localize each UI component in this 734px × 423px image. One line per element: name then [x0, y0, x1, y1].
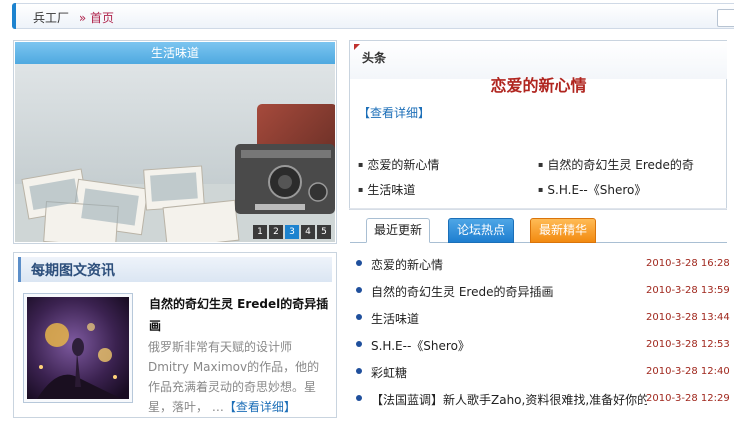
divider	[349, 208, 727, 209]
headline-item[interactable]: 自然的奇幻生灵 Erede的奇	[538, 156, 728, 173]
news-title[interactable]: 恋爱的新心情	[371, 256, 647, 273]
news-date: 2010-3-28 12:53	[646, 339, 730, 350]
headline-item[interactable]: 生活味道	[358, 181, 528, 198]
corner-marker-icon	[354, 44, 360, 50]
list-item[interactable]: S.H.E--《Shero》 2010-3-28 12:53	[350, 334, 730, 356]
list-item[interactable]: 彩虹糖 2010-3-28 12:40	[350, 361, 730, 383]
periodical-ellipsis: …	[211, 400, 224, 414]
slideshow: 生活味道 1 2 3 4 5	[13, 40, 337, 244]
slide-page-3[interactable]: 3	[285, 225, 299, 239]
news-date: 2010-3-28 13:59	[646, 285, 730, 296]
breadcrumb-text: 兵工厂 » 首页	[33, 9, 114, 26]
list-item[interactable]: 【法国蓝调】新人歌手Zaho,资料很难找,准备好你的 2010-3-28 12:…	[350, 388, 730, 410]
slideshow-image[interactable]: 1 2 3 4 5	[15, 64, 335, 242]
news-date: 2010-3-28 13:44	[646, 312, 730, 323]
tab-recent[interactable]: 最近更新	[366, 218, 430, 243]
news-title[interactable]: 生活味道	[371, 310, 647, 327]
periodical-summary: 俄罗斯非常有天赋的设计师Dmitry Maximov的作品，他的作品充满着灵动的…	[148, 337, 328, 417]
news-title[interactable]: 自然的奇幻生灵 Erede的奇异插画	[371, 283, 647, 300]
periodical-heading: 每期图文资讯	[31, 263, 115, 279]
news-title[interactable]: S.H.E--《Shero》	[371, 337, 647, 354]
breadcrumb-home-link[interactable]: 首页	[90, 11, 114, 25]
slide-page-4[interactable]: 4	[301, 225, 315, 239]
illustration-image	[27, 297, 129, 399]
breadcrumb-separator: »	[78, 11, 87, 25]
search-input[interactable]	[717, 9, 734, 27]
news-date: 2010-3-28 12:40	[646, 366, 730, 377]
headline-title[interactable]: 恋爱的新心情	[350, 72, 727, 96]
periodical-header: 每期图文资讯	[18, 257, 332, 282]
bullet-icon	[356, 287, 362, 293]
news-date: 2010-3-28 12:29	[646, 393, 730, 404]
slideshow-photo	[15, 64, 335, 242]
breadcrumb-bar: 兵工厂 » 首页	[0, 0, 734, 32]
headline-panel: 头条 恋爱的新心情 【查看详细】 恋爱的新心情 自然的奇幻生灵 Erede的奇 …	[349, 40, 727, 210]
list-item[interactable]: 自然的奇幻生灵 Erede的奇异插画 2010-3-28 13:59	[350, 280, 730, 302]
slide-page-5[interactable]: 5	[317, 225, 331, 239]
news-title[interactable]: 【法国蓝调】新人歌手Zaho,资料很难找,准备好你的	[371, 391, 647, 408]
slide-page-1[interactable]: 1	[253, 225, 267, 239]
headline-item[interactable]: S.H.E--《Shero》	[538, 181, 728, 198]
tab-best[interactable]: 最新精华	[530, 218, 596, 243]
periodical-more-link[interactable]: 【查看详细】	[224, 400, 296, 414]
breadcrumb: 兵工厂 » 首页	[12, 3, 734, 29]
slideshow-pager: 1 2 3 4 5	[253, 225, 331, 239]
bullet-icon	[356, 341, 362, 347]
slideshow-caption[interactable]: 生活味道	[15, 42, 335, 64]
bullet-icon	[356, 260, 362, 266]
headline-item[interactable]: 恋爱的新心情	[358, 156, 528, 173]
periodical-title[interactable]: 自然的奇幻生灵 Eredel的奇异插画	[149, 293, 329, 337]
breadcrumb-accent	[12, 3, 16, 29]
headline-label: 头条	[362, 51, 387, 65]
tab-forum[interactable]: 论坛热点	[448, 218, 514, 243]
breadcrumb-site[interactable]: 兵工厂	[33, 11, 69, 25]
periodical-image	[27, 297, 129, 399]
list-item[interactable]: 生活味道 2010-3-28 13:44	[350, 307, 730, 329]
news-date: 2010-3-28 16:28	[646, 258, 730, 269]
news-tabs: 最近更新 论坛热点 最新精华	[350, 216, 727, 243]
news-title[interactable]: 彩虹糖	[371, 364, 647, 381]
bullet-icon	[356, 395, 362, 401]
list-item[interactable]: 恋爱的新心情 2010-3-28 16:28	[350, 253, 730, 275]
slide-page-2[interactable]: 2	[269, 225, 283, 239]
bullet-icon	[356, 314, 362, 320]
periodical-thumbnail[interactable]	[23, 293, 133, 403]
bullet-icon	[356, 368, 362, 374]
periodical-panel: 每期图文资讯 自然的奇幻生灵 Eredel的奇异插画 俄罗斯非常有天赋的设计师D…	[13, 252, 337, 418]
headline-more-link[interactable]: 【查看详细】	[358, 104, 430, 121]
